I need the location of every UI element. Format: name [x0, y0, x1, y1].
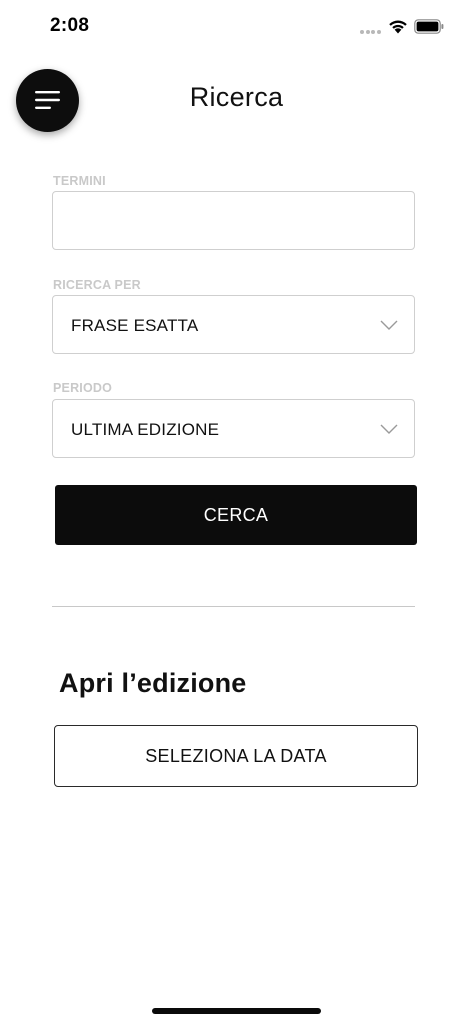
status-time: 2:08	[50, 15, 90, 36]
open-edition-title: Apri l’edizione	[59, 668, 247, 698]
home-indicator	[152, 1008, 321, 1014]
battery-icon	[414, 19, 444, 34]
period-label: PERIODO	[53, 381, 113, 395]
page-title: Ricerca	[189, 82, 284, 112]
search-by-label: RICERCA PER	[53, 278, 141, 292]
section-divider	[52, 606, 415, 607]
signal-dots-icon	[360, 30, 382, 34]
search-by-select[interactable]: FRASE ESATTA	[52, 295, 415, 354]
period-value: ULTIMA EDIZIONE	[71, 420, 220, 439]
wifi-icon	[389, 20, 407, 34]
period-select[interactable]: ULTIMA EDIZIONE	[52, 399, 415, 458]
terms-label: TERMINI	[53, 174, 106, 188]
search-by-value: FRASE ESATTA	[71, 316, 199, 335]
chevron-down-icon	[380, 320, 398, 330]
terms-input[interactable]	[52, 191, 415, 250]
search-button[interactable]: CERCA	[55, 485, 417, 545]
select-date-button[interactable]: SELEZIONA LA DATA	[54, 725, 418, 787]
status-bar: 2:08	[0, 0, 473, 50]
chevron-down-icon	[380, 424, 398, 434]
